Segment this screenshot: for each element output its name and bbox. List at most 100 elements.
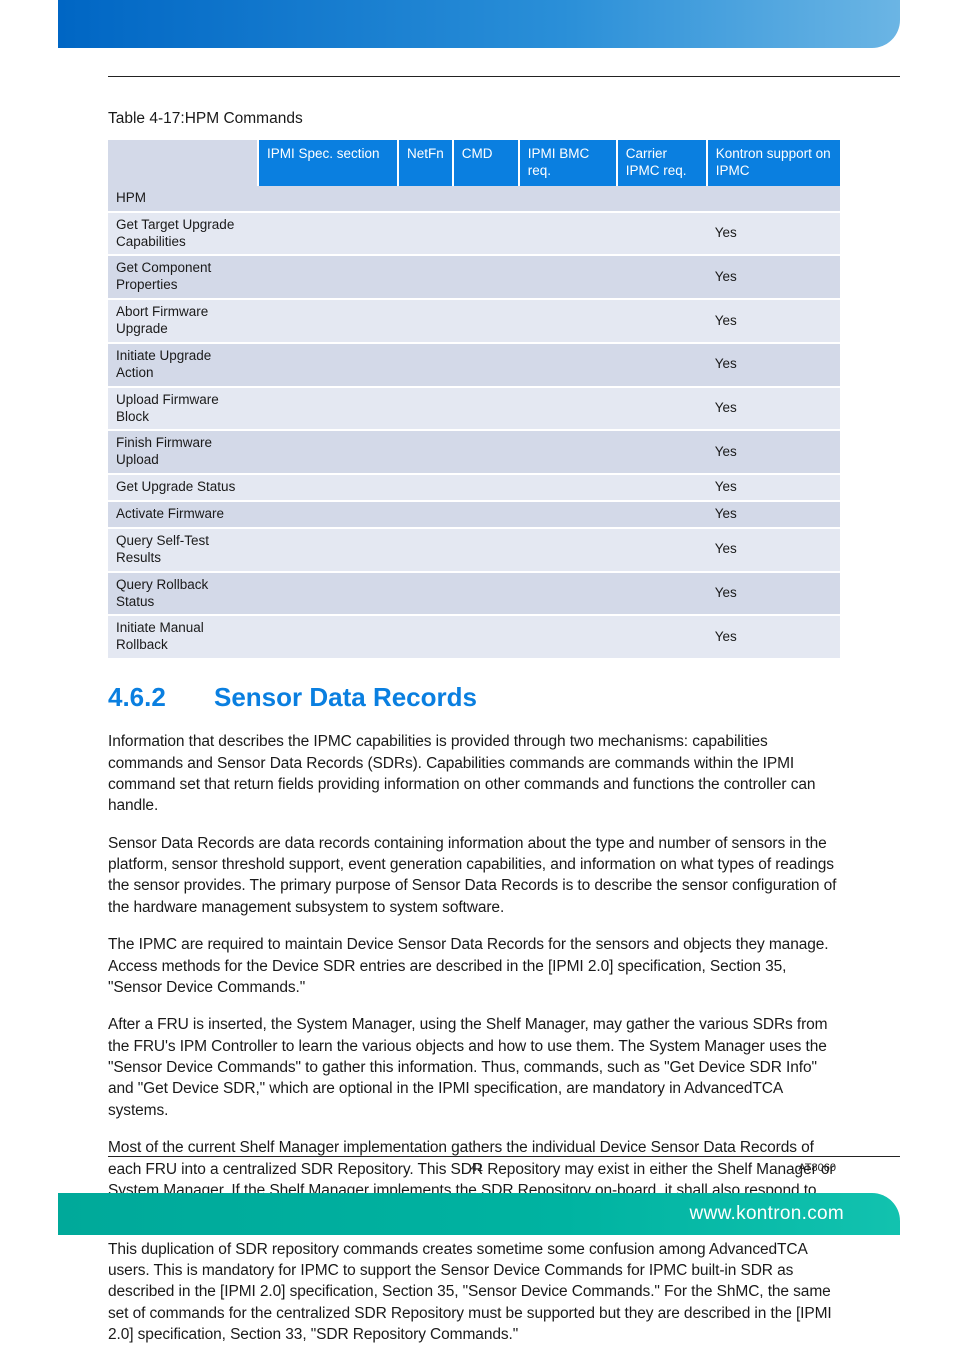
table-cell: Yes bbox=[707, 430, 840, 474]
table-cell bbox=[258, 343, 398, 387]
table-row: Query Self-Test Results Yes bbox=[108, 528, 840, 572]
table-row: HPM bbox=[108, 186, 840, 212]
table-cell: Yes bbox=[707, 212, 840, 256]
table-cell bbox=[519, 474, 617, 501]
table-cell: Yes bbox=[707, 615, 840, 658]
table-cell: Yes bbox=[707, 255, 840, 299]
table-cell: Yes bbox=[707, 528, 840, 572]
table-cell bbox=[519, 430, 617, 474]
table-cell bbox=[453, 186, 519, 212]
table-cell: Get Upgrade Status bbox=[108, 474, 258, 501]
hpm-commands-table: IPMI Spec. section NetFn CMD IPMI BMC re… bbox=[108, 140, 840, 658]
table-header-row: IPMI Spec. section NetFn CMD IPMI BMC re… bbox=[108, 140, 840, 186]
table-cell: Yes bbox=[707, 572, 840, 616]
table-cell bbox=[617, 343, 707, 387]
table-cell bbox=[617, 615, 707, 658]
body-paragraph: Information that describes the IPMC capa… bbox=[108, 731, 840, 817]
table-row: Get Component Properties Yes bbox=[108, 255, 840, 299]
table-cell bbox=[398, 387, 453, 431]
table-cell: Get Component Properties bbox=[108, 255, 258, 299]
bottom-rule bbox=[108, 1156, 900, 1157]
table-cell bbox=[398, 501, 453, 528]
table-cell bbox=[258, 212, 398, 256]
table-cell bbox=[453, 343, 519, 387]
table-cell bbox=[258, 615, 398, 658]
table-cell bbox=[519, 572, 617, 616]
table-cell bbox=[617, 430, 707, 474]
table-header: NetFn bbox=[398, 140, 453, 186]
table-cell bbox=[519, 186, 617, 212]
table-cell bbox=[398, 255, 453, 299]
table-cell: Get Target Upgrade Capabilities bbox=[108, 212, 258, 256]
table-cell: Upload Firmware Block bbox=[108, 387, 258, 431]
table-cell bbox=[453, 501, 519, 528]
table-cell bbox=[519, 387, 617, 431]
table-cell bbox=[617, 255, 707, 299]
table-cell: Finish Firmware Upload bbox=[108, 430, 258, 474]
table-cell bbox=[398, 430, 453, 474]
table-header bbox=[108, 140, 258, 186]
table-cell bbox=[398, 186, 453, 212]
table-cell: Initiate Manual Rollback bbox=[108, 615, 258, 658]
table-cell bbox=[617, 387, 707, 431]
table-cell bbox=[258, 572, 398, 616]
table-row: Finish Firmware Upload Yes bbox=[108, 430, 840, 474]
table-cell bbox=[519, 528, 617, 572]
table-cell bbox=[398, 212, 453, 256]
body-paragraph: This duplication of SDR repository comma… bbox=[108, 1239, 840, 1346]
table-row: Upload Firmware Block Yes bbox=[108, 387, 840, 431]
body-paragraph: Sensor Data Records are data records con… bbox=[108, 833, 840, 919]
top-rule bbox=[108, 76, 900, 77]
table-cell: Yes bbox=[707, 343, 840, 387]
table-cell bbox=[453, 212, 519, 256]
table-cell bbox=[258, 430, 398, 474]
table-cell bbox=[519, 615, 617, 658]
table-cell: Abort Firmware Upgrade bbox=[108, 299, 258, 343]
table-cell: Yes bbox=[707, 501, 840, 528]
table-caption: Table 4-17:HPM Commands bbox=[108, 110, 840, 128]
table-row: Query Rollback Status Yes bbox=[108, 572, 840, 616]
table-cell bbox=[617, 212, 707, 256]
section-number: 4.6.2 bbox=[108, 682, 214, 713]
table-row: Abort Firmware Upgrade Yes bbox=[108, 299, 840, 343]
footer-url: www.kontron.com bbox=[690, 1203, 844, 1225]
table-cell: Activate Firmware bbox=[108, 501, 258, 528]
table-cell bbox=[453, 572, 519, 616]
body-paragraph: After a FRU is inserted, the System Mana… bbox=[108, 1014, 840, 1121]
footer-bar: www.kontron.com bbox=[58, 1193, 900, 1235]
table-cell bbox=[398, 615, 453, 658]
table-row: Activate Firmware Yes bbox=[108, 501, 840, 528]
table-cell bbox=[453, 528, 519, 572]
table-cell bbox=[258, 387, 398, 431]
table-cell bbox=[453, 615, 519, 658]
table-cell bbox=[519, 299, 617, 343]
table-cell bbox=[258, 528, 398, 572]
table-cell bbox=[453, 255, 519, 299]
table-cell bbox=[453, 299, 519, 343]
table-cell bbox=[519, 212, 617, 256]
table-cell: Query Self-Test Results bbox=[108, 528, 258, 572]
table-cell bbox=[398, 343, 453, 387]
table-cell bbox=[453, 474, 519, 501]
table-cell bbox=[519, 501, 617, 528]
table-cell bbox=[258, 501, 398, 528]
table-row: Get Upgrade Status Yes bbox=[108, 474, 840, 501]
table-cell bbox=[453, 387, 519, 431]
table-cell: Yes bbox=[707, 299, 840, 343]
table-cell bbox=[617, 474, 707, 501]
table-cell bbox=[519, 255, 617, 299]
table-cell: Query Rollback Status bbox=[108, 572, 258, 616]
table-row: Initiate Manual Rollback Yes bbox=[108, 615, 840, 658]
table-cell bbox=[617, 299, 707, 343]
table-cell bbox=[258, 186, 398, 212]
table-cell bbox=[398, 572, 453, 616]
table-header: Carrier IPMC req. bbox=[617, 140, 707, 186]
table-header: IPMI Spec. section bbox=[258, 140, 398, 186]
table-cell: Yes bbox=[707, 474, 840, 501]
table-cell: HPM bbox=[108, 186, 258, 212]
section-title: Sensor Data Records bbox=[214, 682, 477, 712]
table-cell bbox=[398, 474, 453, 501]
table-cell bbox=[519, 343, 617, 387]
table-cell: Yes bbox=[707, 387, 840, 431]
table-cell bbox=[258, 474, 398, 501]
